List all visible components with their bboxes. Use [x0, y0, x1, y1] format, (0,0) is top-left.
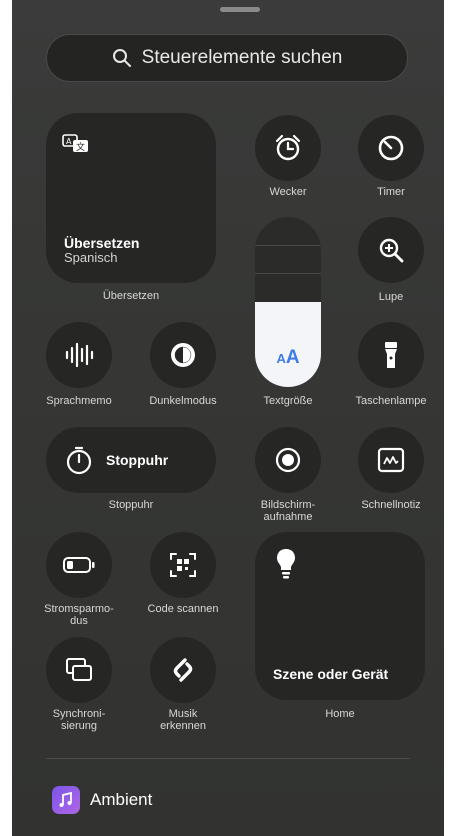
magnifier-label: Lupe [378, 291, 404, 303]
screen-mirroring-icon [66, 658, 92, 681]
code-scanner-control[interactable] [150, 532, 216, 598]
screen-mirroring-control[interactable] [46, 637, 112, 703]
controls-gallery-panel: Steuerelemente suchen A 文 Übersetzen Spa… [12, 0, 444, 836]
alarm-label: Wecker [269, 186, 307, 198]
ambient-music-icon [52, 786, 80, 814]
search-icon [112, 49, 131, 67]
timer-label: Timer [377, 186, 405, 198]
low-power-label-line2: dus [70, 615, 88, 627]
waveform-icon [65, 342, 94, 368]
translate-title: Übersetzen [64, 235, 140, 251]
battery-icon [63, 557, 95, 573]
dark-mode-icon [171, 343, 195, 367]
code-scanner-label: Code scannen [147, 603, 219, 615]
screen-mirroring-label: Synchroni- sierung [26, 708, 132, 732]
flashlight-label: Taschenlampe [355, 395, 427, 407]
music-recognition-label-line2: erkennen [160, 720, 206, 732]
magnifier-zoom-icon [379, 238, 404, 263]
text-size-level-fill [255, 302, 321, 387]
shazam-icon [173, 658, 193, 682]
home-title: Szene oder Gerät [273, 666, 389, 682]
screen-recording-label-line2: aufnahme [263, 511, 313, 523]
quick-note-control[interactable] [358, 427, 424, 493]
slider-step-divider [255, 273, 321, 274]
search-field[interactable]: Steuerelemente suchen [46, 34, 408, 82]
dark-mode-label: Dunkelmodus [149, 395, 217, 407]
magnifier-control[interactable] [358, 217, 424, 283]
music-recognition-control[interactable] [150, 637, 216, 703]
screen-mirroring-label-line1: Synchroni- [52, 708, 106, 720]
screen-recording-control[interactable] [255, 427, 321, 493]
home-control[interactable]: Szene oder Gerät [255, 532, 425, 700]
timer-control[interactable] [358, 115, 424, 181]
sheet-grabber[interactable] [220, 7, 260, 12]
stopwatch-control[interactable]: Stoppuhr [46, 427, 216, 493]
section-divider [46, 758, 410, 759]
record-icon [275, 447, 301, 473]
translate-label: Übersetzen [102, 290, 160, 302]
stopwatch-icon [66, 446, 92, 475]
slider-step-divider [255, 245, 321, 246]
flashlight-icon [385, 342, 397, 368]
low-power-label-line1: Stromsparmo- [44, 603, 114, 615]
translate-icon: A 文 [62, 134, 88, 153]
svg-text:A: A [66, 137, 72, 146]
low-power-label: Stromsparmo- dus [26, 603, 132, 627]
stopwatch-title: Stoppuhr [106, 452, 169, 468]
search-placeholder: Steuerelemente suchen [141, 47, 343, 68]
stopwatch-label: Stoppuhr [108, 499, 154, 511]
alarm-control[interactable] [255, 115, 321, 181]
flashlight-control[interactable] [358, 322, 424, 388]
svg-text:文: 文 [76, 141, 85, 153]
ambient-section-header[interactable]: Ambient [90, 790, 152, 810]
text-size-slider[interactable]: AA [255, 217, 321, 387]
translate-subtitle: Spanisch [64, 250, 118, 265]
voice-memo-control[interactable] [46, 322, 112, 388]
timer-icon [378, 135, 404, 161]
music-recognition-label: Musik erkennen [130, 708, 236, 732]
screen-mirroring-label-line2: sierung [60, 720, 98, 732]
text-size-label: Textgröße [263, 395, 313, 407]
home-label: Home [325, 708, 355, 720]
text-size-glyph: AA [276, 347, 300, 368]
light-bulb-icon [277, 549, 295, 579]
alarm-clock-icon [275, 134, 301, 161]
quick-note-label: Schnellnotiz [361, 499, 421, 511]
music-recognition-label-line1: Musik [168, 708, 198, 720]
screen-recording-label: Bildschirm- aufnahme [238, 499, 338, 523]
quick-note-icon [377, 447, 405, 473]
screen-recording-label-line1: Bildschirm- [260, 499, 316, 511]
low-power-control[interactable] [46, 532, 112, 598]
dark-mode-control[interactable] [150, 322, 216, 388]
voice-memo-label: Sprachmemo [46, 395, 112, 407]
qr-code-scan-icon [170, 553, 196, 577]
